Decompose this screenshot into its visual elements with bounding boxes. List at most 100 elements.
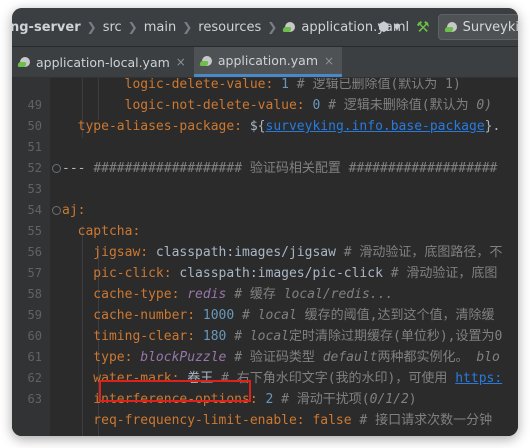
code-token: pic-click:	[62, 266, 180, 281]
code-token: classpath:images/pic-click	[179, 266, 383, 281]
line-number: 51	[27, 140, 42, 154]
code-token: 缓存的阈值,达到这个值，清除缓	[296, 308, 495, 323]
code-token: blo	[476, 350, 500, 365]
fold-marker-icon[interactable]	[52, 164, 61, 173]
line-number: 60	[27, 329, 42, 343]
code-line[interactable]: 51	[12, 137, 518, 158]
line-number: 57	[27, 266, 42, 280]
code-text: type: blockPuzzle # 验证码类型 default两种都实例化。…	[62, 347, 500, 368]
code-line[interactable]: 62 water-mark: 卷王 # 右下角水印文字(我的水印)，可使用 ht…	[12, 368, 518, 389]
code-text: --- ################### 验证码相关配置 ########…	[62, 158, 497, 179]
code-line[interactable]: 49 logic-not-delete-value: 0 # 逻辑未删除值(默认…	[12, 95, 518, 116]
code-token: captcha:	[62, 224, 141, 239]
navigation-bar: ng-server ❯ src ❯ main ❯ resources ❯ app…	[12, 8, 518, 47]
code-token: https:	[455, 371, 503, 386]
water-mark-highlight	[99, 380, 251, 402]
code-token: 1000	[202, 308, 235, 323]
code-token: local/redis...	[283, 287, 394, 302]
breadcrumb-src[interactable]: src	[99, 20, 126, 35]
yaml-file-icon	[18, 55, 32, 69]
line-number: 53	[27, 182, 42, 196]
code-token: default	[322, 350, 378, 365]
code-text: cache-type: redis # 缓存 local/redis...	[62, 284, 393, 305]
code-token: # 缓存	[226, 287, 284, 302]
code-token: logic-delete-value:	[62, 78, 282, 92]
line-number: 54	[27, 203, 42, 217]
breadcrumb-separator-icon: ❯	[182, 20, 193, 34]
code-line[interactable]: 52 --- ################### 验证码相关配置 ######…	[12, 158, 518, 179]
code-token: # 接口请求次数一分钟	[351, 413, 493, 428]
code-token: # 滑动干扰项(	[273, 392, 370, 407]
editor-tab-bar: application-local.yam × application.yam …	[12, 47, 518, 78]
close-icon[interactable]: ×	[324, 54, 334, 68]
code-token: ---	[62, 161, 94, 176]
tab-application-local[interactable]: application-local.yam ×	[12, 47, 194, 77]
code-token: type:	[62, 350, 141, 365]
code-line[interactable]: 56 jigsaw: classpath:images/jigsaw # 滑动验…	[12, 242, 518, 263]
run-configuration-label: Surveyki	[462, 19, 518, 35]
code-text: jigsaw: classpath:images/jigsaw # 滑动验证，底…	[62, 242, 502, 263]
breadcrumb-main[interactable]: main	[140, 20, 180, 35]
code-token: blockPuzzle	[140, 350, 227, 365]
code-line[interactable]: 61 type: blockPuzzle # 验证码类型 default两种都实…	[12, 347, 518, 368]
code-line[interactable]: 54 aj:	[12, 200, 518, 221]
tab-application[interactable]: application.yam ×	[193, 47, 343, 77]
code-line[interactable]: 58 cache-type: redis # 缓存 local/redis...	[12, 284, 518, 305]
code-token: #	[234, 308, 258, 323]
code-token: timing-clear:	[62, 329, 203, 344]
line-number: 61	[27, 350, 42, 364]
tab-label: application.yam	[217, 53, 319, 68]
code-line[interactable]: logic-delete-value: 1 # 逻辑已删除值(默认为 1)	[12, 78, 518, 95]
code-token: }.	[484, 119, 501, 134]
code-text: aj:	[62, 200, 85, 221]
code-line[interactable]: 60 timing-clear: 180 # local定时清除过期缓存(单位秒…	[12, 326, 518, 347]
line-number: 62	[27, 371, 42, 385]
code-token: 0/1/2	[369, 392, 409, 407]
code-token: 右下角水印文字(我的水印)，可使用	[236, 371, 456, 386]
code-line[interactable]: 50 type-aliases-package: ${surveyking.in…	[12, 116, 518, 137]
code-token: 定时清除过期缓存(单位秒),设置为0	[289, 329, 503, 344]
code-line[interactable]: 57 pic-click: classpath:images/pic-click…	[12, 263, 518, 284]
code-text: pic-click: classpath:images/pic-click # …	[62, 263, 497, 284]
code-token: logic-not-delete-value:	[62, 98, 313, 113]
spring-boot-icon	[445, 20, 459, 34]
ide-window: ng-server ❯ src ❯ main ❯ resources ❯ app…	[12, 8, 518, 436]
close-icon[interactable]: ×	[176, 55, 186, 69]
tab-label: application-local.yam	[36, 54, 170, 70]
code-token: local	[249, 329, 289, 344]
line-number: 49	[27, 98, 42, 112]
code-token: 1	[281, 78, 289, 92]
breadcrumb-resources[interactable]: resources	[194, 20, 265, 35]
code-editor[interactable]: logic-delete-value: 1 # 逻辑已删除值(默认为 1) 49 …	[12, 78, 518, 436]
build-hammer-icon[interactable]: ⚒	[408, 18, 437, 36]
code-line[interactable]: 59 cache-number: 1000 # local 缓存的阈值,达到这个…	[12, 305, 518, 326]
breadcrumb-separator-icon: ❯	[127, 20, 138, 34]
code-token: cache-number:	[62, 308, 203, 323]
code-text: type-aliases-package: ${surveyking.info.…	[62, 116, 501, 137]
line-number: 63	[27, 392, 42, 406]
user-menu-icon[interactable]: ⬢ ▾	[370, 20, 408, 35]
code-token: jigsaw:	[62, 245, 156, 260]
code-token: redis	[187, 287, 227, 302]
yaml-file-icon	[200, 54, 214, 68]
code-token: # 逻辑已删除值(默认为 1)	[288, 78, 461, 92]
line-number: 50	[27, 119, 42, 133]
breadcrumb-module[interactable]: ng-server	[12, 20, 85, 35]
code-text: logic-not-delete-value: 0 # 逻辑未删除值(默认为 0…	[62, 95, 492, 116]
code-token: 0)	[476, 98, 493, 113]
fold-marker-icon[interactable]	[52, 206, 61, 215]
code-token: req-frequency-limit-enable:	[62, 413, 313, 428]
code-line[interactable]: 63 interference-options: 2 # 滑动干扰项(0/1/2…	[12, 389, 518, 410]
code-token: 两种都实例化。	[377, 350, 477, 365]
code-text: captcha:	[62, 221, 141, 242]
code-token: #	[226, 329, 250, 344]
code-token: # 验证码类型	[226, 350, 323, 365]
code-text: timing-clear: 180 # local定时清除过期缓存(单位秒),设…	[62, 326, 502, 347]
code-line[interactable]: req-frequency-limit-enable: false # 接口请求…	[12, 410, 518, 431]
breadcrumb-separator-icon: ❯	[86, 20, 97, 34]
code-line[interactable]: 55 captcha:	[12, 221, 518, 242]
code-text: logic-delete-value: 1 # 逻辑已删除值(默认为 1)	[62, 78, 461, 95]
code-line[interactable]: 53	[12, 179, 518, 200]
run-configuration-select[interactable]: Surveyki	[437, 14, 518, 40]
line-number: 52	[27, 161, 42, 175]
